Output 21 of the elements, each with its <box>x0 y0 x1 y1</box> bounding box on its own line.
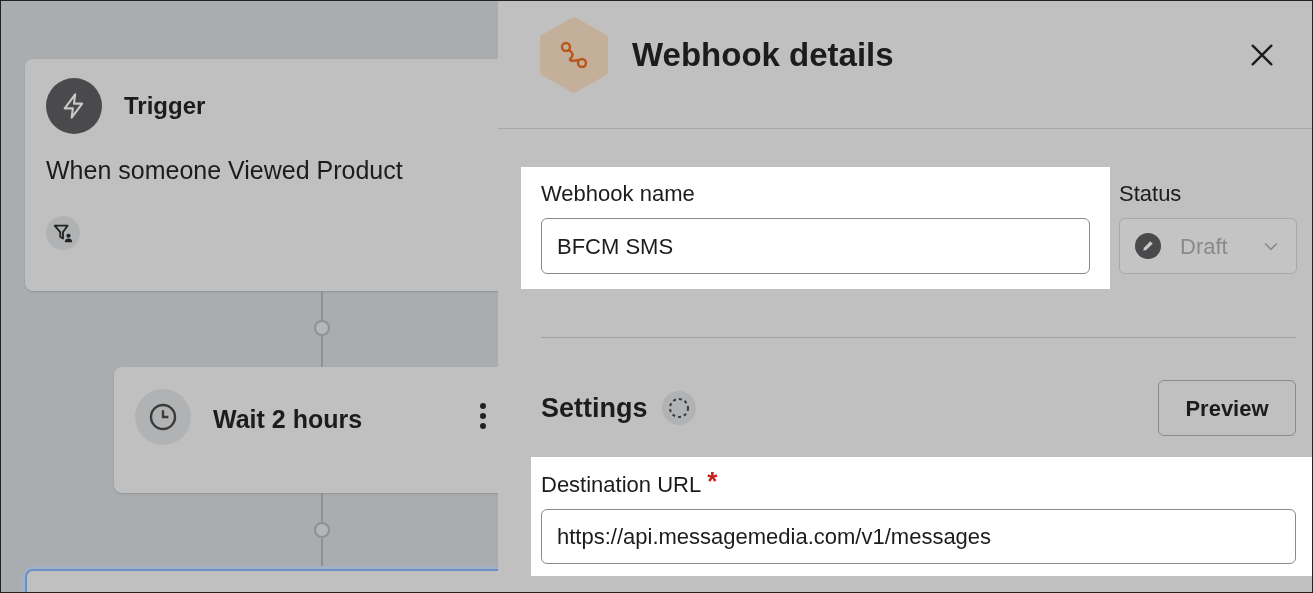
node-title: Trigger <box>124 91 206 121</box>
field-label: Destination URL <box>541 471 702 499</box>
destination-url-field[interactable]: https://api.messagemedia.com/v1/messages <box>541 509 1296 564</box>
section-title: Settings <box>541 391 648 425</box>
filter-person-icon[interactable] <box>46 215 80 250</box>
trigger-card[interactable]: Trigger When someone Viewed Product <box>25 59 498 291</box>
preview-button[interactable]: Preview <box>1158 380 1296 436</box>
field-label: Webhook name <box>541 180 696 208</box>
node-description: When someone Viewed Product <box>46 155 404 186</box>
required-mark: * <box>707 468 718 494</box>
panel-title: Webhook details <box>632 34 894 75</box>
more-options-icon[interactable] <box>480 403 487 429</box>
node-title: Wait 2 hours <box>213 404 363 435</box>
webhook-name-field[interactable]: BFCM SMS <box>541 218 1090 274</box>
clock-icon <box>135 389 191 445</box>
webhook-icon <box>539 16 609 93</box>
loading-icon <box>661 391 696 425</box>
field-label: Status <box>1119 180 1183 208</box>
lightning-icon <box>46 78 102 134</box>
pencil-icon <box>1135 233 1161 259</box>
wait-card[interactable]: Wait 2 hours <box>114 367 498 493</box>
